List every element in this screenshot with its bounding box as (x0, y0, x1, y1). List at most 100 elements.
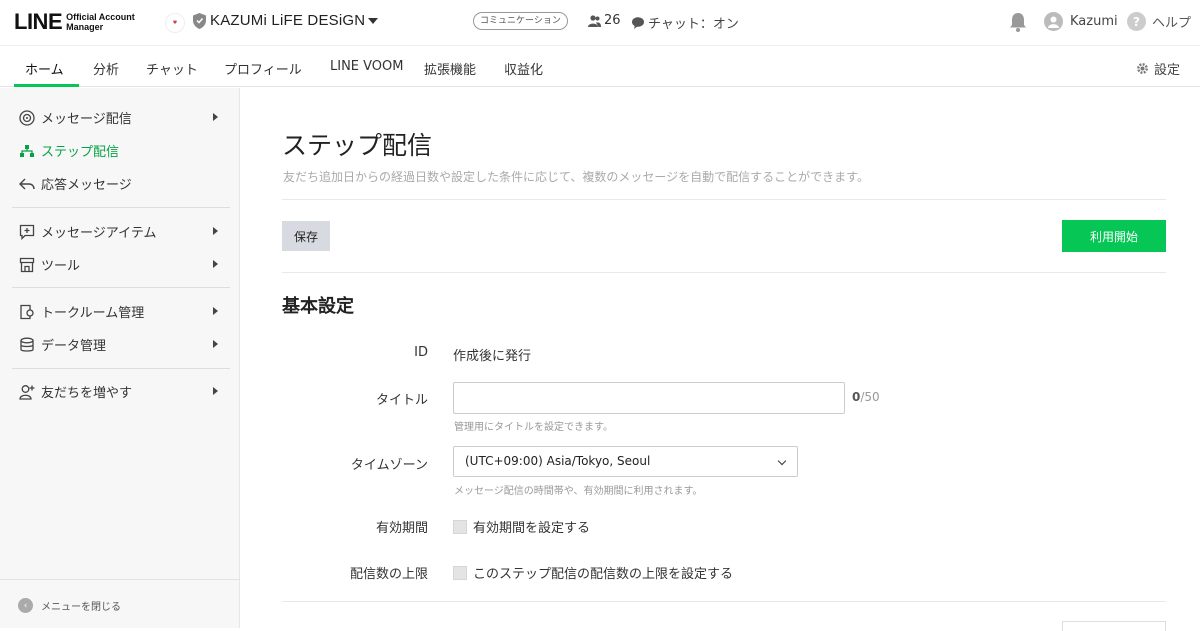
user-menu[interactable]: Kazumi (1044, 12, 1118, 31)
close-menu-label: メニューを閉じる (41, 602, 121, 613)
save-button[interactable]: 保存 (282, 221, 330, 251)
tab-analytics[interactable]: 分析 (93, 59, 119, 78)
title-label: タイトル (375, 393, 428, 408)
chevron-down-icon (777, 456, 787, 466)
sidebar-footer-divider (0, 579, 240, 580)
sidebar-item-label: メッセージ配信 (41, 112, 132, 127)
logo-subtitle: Official Account Manager (66, 12, 135, 32)
sidebar-item-label: 友だちを増やす (41, 386, 133, 401)
sidebar-item-label: データ管理 (41, 339, 107, 354)
help-label: ヘルプ (1152, 16, 1192, 31)
message-plus-icon (18, 223, 35, 240)
title-input[interactable] (453, 382, 845, 414)
step-tree-icon (18, 142, 35, 159)
delivery-limit-checkbox[interactable] (453, 565, 467, 580)
logo-subtitle-line1: Official Account (66, 12, 135, 22)
sidebar-item-auto-reply[interactable]: 応答メッセージ (18, 174, 218, 193)
partial-button[interactable] (1062, 621, 1166, 631)
logo-text: LINE (14, 9, 63, 34)
sidebar-item-step-broadcast[interactable]: ステップ配信 (18, 141, 218, 160)
divider (282, 601, 1166, 602)
settings-label: 設定 (1153, 63, 1180, 78)
chevron-left-icon: ‹ (18, 598, 33, 613)
chat-status-text: チャット：オン (648, 17, 739, 32)
section-title-basic-settings: 基本設定 (282, 296, 354, 317)
sidebar: メッセージ配信 ステップ配信 応答メッセージ メッセージアイテム ツール トーク… (0, 88, 240, 628)
main-nav-tabs: ホーム 分析 チャット プロフィール LINE VOOM 拡張機能 収益化 設定 (0, 47, 1200, 87)
friend-count: 26 (588, 13, 621, 28)
friend-count-value: 26 (604, 13, 621, 28)
sidebar-item-message-items[interactable]: メッセージアイテム (18, 222, 218, 241)
chevron-down-icon[interactable] (368, 18, 378, 24)
top-header: LINE Official Account Manager ♥ KAZUMi L… (0, 0, 1200, 46)
main-content: ステップ配信 友だち追加日からの経過日数や設定した条件に応じて、複数のメッセージ… (240, 88, 1200, 631)
logo-subtitle-line2: Manager (66, 22, 104, 32)
sidebar-item-label: ツール (41, 259, 81, 274)
id-value: 作成後に発行 (453, 349, 532, 364)
account-avatar[interactable]: ♥ (165, 13, 185, 33)
sidebar-item-label: メッセージアイテム (41, 226, 157, 241)
tab-monetization[interactable]: 収益化 (504, 59, 543, 78)
page-title: ステップ配信 (282, 131, 433, 160)
delivery-limit-checkbox-row[interactable]: このステップ配信の配信数の上限を設定する (453, 563, 733, 582)
line-logo[interactable]: LINE Official Account Manager (14, 9, 135, 35)
shield-icon (193, 13, 206, 29)
tab-line-voom[interactable]: LINE VOOM (330, 59, 404, 74)
page-description: 友だち追加日からの経過日数や設定した条件に応じて、複数のメッセージを自動で配信す… (283, 170, 869, 184)
validity-period-checkbox-row[interactable]: 有効期間を設定する (453, 517, 590, 536)
tab-extensions[interactable]: 拡張機能 (424, 59, 476, 78)
title-char-counter: 0/50 (852, 390, 880, 404)
sidebar-divider (12, 368, 230, 369)
communication-badge: コミュニケーション (473, 12, 568, 30)
validity-period-label: 有効期間 (375, 521, 428, 536)
sidebar-divider (12, 287, 230, 288)
delivery-limit-label: 配信数の上限 (349, 567, 428, 582)
start-using-button[interactable]: 利用開始 (1062, 220, 1166, 252)
user-avatar-icon (1044, 12, 1063, 31)
tab-home[interactable]: ホーム (25, 59, 64, 78)
broadcast-icon (18, 109, 35, 126)
active-tab-indicator (14, 84, 79, 87)
tab-chat[interactable]: チャット (146, 59, 198, 78)
chevron-right-icon (213, 307, 218, 315)
sidebar-item-label: 応答メッセージ (41, 178, 132, 193)
validity-period-checkbox[interactable] (453, 519, 467, 534)
delivery-limit-checkbox-label: このステップ配信の配信数の上限を設定する (473, 567, 734, 582)
reply-arrow-icon (18, 175, 35, 192)
chevron-right-icon (213, 387, 218, 395)
timezone-hint: メッセージ配信の時間帯や、有効期間に利用されます。 (454, 486, 703, 497)
sidebar-divider (12, 207, 230, 208)
sidebar-item-tools[interactable]: ツール (18, 255, 218, 274)
talkroom-icon (18, 303, 35, 320)
gear-icon (1137, 63, 1148, 74)
timezone-label: タイムゾーン (350, 458, 428, 473)
help-icon: ? (1127, 12, 1146, 31)
settings-link[interactable]: 設定 (1136, 59, 1180, 78)
validity-period-checkbox-label: 有効期間を設定する (473, 521, 591, 536)
chat-status[interactable]: チャット：オン (632, 13, 739, 32)
timezone-select[interactable]: (UTC+09:00) Asia/Tokyo, Seoul (453, 446, 798, 477)
sidebar-item-label: ステップ配信 (41, 145, 120, 160)
sidebar-item-add-friends[interactable]: 友だちを増やす (18, 382, 218, 401)
friends-icon (588, 14, 601, 27)
sidebar-item-label: トークルーム管理 (41, 306, 145, 321)
chevron-right-icon (213, 340, 218, 348)
divider (282, 272, 1166, 273)
help-link[interactable]: ? ヘルプ (1127, 12, 1191, 31)
sidebar-item-data[interactable]: データ管理 (18, 335, 218, 354)
sidebar-item-talkroom[interactable]: トークルーム管理 (18, 302, 218, 321)
title-hint: 管理用にタイトルを設定できます。 (454, 422, 613, 433)
account-name[interactable]: KAZUMi LiFE DESiGN (210, 12, 365, 29)
chevron-right-icon (213, 113, 218, 121)
add-user-icon (18, 383, 35, 400)
close-menu-button[interactable]: ‹ メニューを閉じる (18, 598, 121, 613)
tab-profile[interactable]: プロフィール (224, 59, 302, 78)
id-label: ID (414, 345, 428, 360)
chevron-right-icon (213, 227, 218, 235)
title-char-max: /50 (860, 390, 880, 404)
store-icon (18, 256, 35, 273)
timezone-selected-value: (UTC+09:00) Asia/Tokyo, Seoul (465, 454, 651, 468)
sidebar-item-message-broadcast[interactable]: メッセージ配信 (18, 108, 218, 127)
bell-icon[interactable] (1009, 12, 1027, 32)
user-name: Kazumi (1070, 14, 1118, 29)
